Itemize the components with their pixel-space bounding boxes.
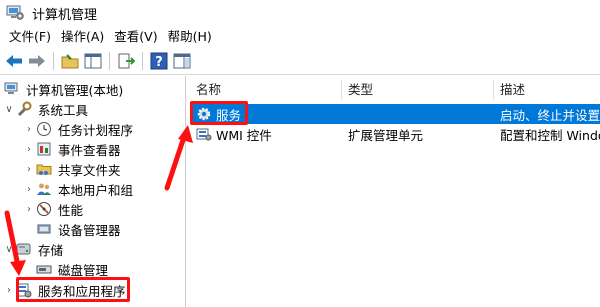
up-folder-icon[interactable]: [60, 51, 80, 71]
details-list: 名称 类型 描述 服务 启动、终止并设置 WMI 控件 扩展管理单元 配置和控制…: [190, 76, 600, 307]
tree-item-disk-management[interactable]: 磁盘管理: [36, 259, 110, 279]
menu-bar: 文件(F) 操作(A) 查看(V) 帮助(H): [0, 27, 600, 47]
column-description[interactable]: 描述: [494, 80, 600, 100]
column-type[interactable]: 类型: [342, 80, 494, 100]
clock-icon: [36, 121, 52, 137]
shared-folder-icon: [36, 161, 52, 177]
tree-label: 性能: [58, 202, 84, 218]
column-name[interactable]: 名称: [190, 80, 342, 100]
tree-item-local-users[interactable]: › 本地用户和组: [22, 179, 135, 199]
computer-management-icon: [6, 5, 24, 21]
tree-item-system-tools[interactable]: ∨ 系统工具: [2, 99, 90, 119]
users-icon: [36, 181, 52, 197]
computer-management-icon: [4, 81, 20, 97]
action-pane-icon[interactable]: [172, 51, 192, 71]
disk-icon: [36, 261, 52, 277]
chevron-right-icon[interactable]: ›: [22, 124, 36, 135]
toolbar: ?: [0, 48, 600, 75]
annotation-highlight-box: [190, 101, 248, 125]
list-row-services[interactable]: 服务 启动、终止并设置: [190, 104, 600, 124]
tree-label: 共享文件夹: [58, 162, 121, 178]
tree-item-event-viewer[interactable]: › 事件查看器: [22, 139, 123, 159]
svg-text:?: ?: [155, 55, 163, 70]
tree-label: 存储: [38, 242, 64, 258]
chevron-right-icon[interactable]: ›: [22, 184, 36, 195]
export-list-icon[interactable]: [116, 51, 136, 71]
column-header-row: 名称 类型 描述: [190, 80, 600, 100]
title-bar: 计算机管理: [0, 0, 600, 26]
chevron-right-icon[interactable]: ›: [22, 204, 36, 215]
tree-item-device-manager[interactable]: 设备管理器: [36, 219, 123, 239]
storage-icon: [16, 241, 32, 257]
list-cell-name: WMI 控件: [216, 127, 272, 143]
event-viewer-icon: [36, 141, 52, 157]
chevron-right-icon[interactable]: ›: [22, 164, 36, 175]
list-cell-type: 扩展管理单元: [348, 127, 424, 143]
tree-label: 设备管理器: [58, 222, 121, 238]
toolbar-separator: [142, 52, 143, 70]
chevron-right-icon[interactable]: ›: [2, 285, 16, 296]
wmi-control-icon: [196, 126, 212, 142]
device-manager-icon: [36, 221, 52, 237]
list-cell-description: 配置和控制 Windo: [500, 127, 600, 143]
tree-label: 本地用户和组: [58, 182, 134, 198]
tree-item-shared-folders[interactable]: › 共享文件夹: [22, 159, 123, 179]
performance-icon: [36, 201, 52, 217]
forward-arrow-icon[interactable]: [27, 51, 47, 71]
tree-item-task-scheduler[interactable]: › 任务计划程序: [22, 119, 135, 139]
window-title: 计算机管理: [32, 7, 98, 23]
menu-view[interactable]: 查看(V): [109, 27, 162, 47]
tree-label: 事件查看器: [58, 142, 121, 158]
tree-item-root[interactable]: 计算机管理(本地): [4, 79, 125, 99]
chevron-down-icon[interactable]: ∨: [2, 244, 16, 255]
show-hide-tree-icon[interactable]: [83, 51, 103, 71]
chevron-down-icon[interactable]: ∨: [2, 104, 16, 115]
help-icon[interactable]: ?: [149, 51, 169, 71]
menu-action[interactable]: 操作(A): [56, 27, 109, 47]
toolbar-separator: [53, 52, 54, 70]
tree-label: 磁盘管理: [58, 262, 109, 278]
chevron-right-icon[interactable]: ›: [22, 144, 36, 155]
tree-label: 任务计划程序: [58, 122, 134, 138]
menu-file[interactable]: 文件(F): [4, 27, 56, 47]
list-cell-description: 启动、终止并设置: [500, 107, 600, 123]
tree-item-performance[interactable]: › 性能: [22, 199, 85, 219]
back-arrow-icon[interactable]: [4, 51, 24, 71]
annotation-highlight-box: [16, 277, 130, 302]
tree-label: 系统工具: [38, 102, 89, 118]
toolbar-separator: [109, 52, 110, 70]
tree-item-storage[interactable]: ∨ 存储: [2, 239, 65, 259]
tree-label: 计算机管理(本地): [26, 82, 124, 98]
menu-help[interactable]: 帮助(H): [163, 27, 217, 47]
tools-icon: [16, 101, 32, 117]
list-row-wmi[interactable]: WMI 控件 扩展管理单元 配置和控制 Windo: [190, 124, 600, 144]
navigation-tree: 计算机管理(本地) ∨ 系统工具 › 任务计划程序 › 事件查看器 › 共享文件…: [0, 76, 186, 307]
